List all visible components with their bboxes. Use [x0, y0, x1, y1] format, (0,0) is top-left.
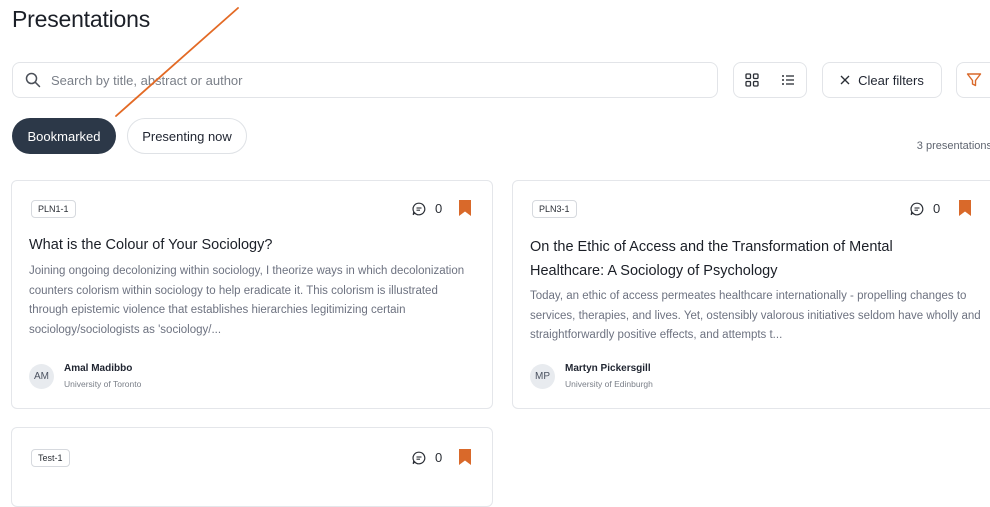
view-toggle [733, 62, 807, 98]
comment-count-value: 0 [435, 450, 443, 465]
presentation-code-badge: PLN3-1 [532, 200, 577, 218]
presentation-code-badge: PLN1-1 [31, 200, 76, 218]
list-icon [782, 75, 794, 85]
presentation-abstract: Today, an ethic of access permeates heal… [530, 290, 981, 342]
author-name: Amal Madibbo [64, 363, 133, 374]
results-count: 3 presentations [916, 140, 990, 152]
avatar: MP [530, 364, 555, 389]
grid-view-button[interactable] [739, 67, 765, 93]
search-bar[interactable] [12, 62, 718, 98]
bookmark-icon[interactable] [959, 200, 971, 216]
bookmark-icon[interactable] [459, 200, 471, 216]
list-view-button[interactable] [775, 67, 801, 93]
comment-icon [412, 202, 426, 215]
presentation-title[interactable]: What is the Colour of Your Sociology? [29, 233, 479, 257]
comment-count-value: 0 [933, 201, 941, 216]
search-icon [25, 72, 41, 88]
presentation-title[interactable]: On the Ethic of Access and the Transform… [530, 235, 950, 283]
presentation-card[interactable]: PLN1-1 0 What is the Colour of Your Soci… [11, 180, 493, 409]
comment-count-value: 0 [435, 201, 443, 216]
grid-icon [745, 73, 759, 87]
author-name: Martyn Pickersgill [565, 363, 651, 374]
presenting-now-filter-pill[interactable]: Presenting now [127, 118, 247, 154]
clear-filters-button[interactable]: Clear filters [822, 62, 942, 98]
bookmark-icon[interactable] [459, 449, 471, 465]
comment-icon [412, 451, 426, 464]
page-title: Presentations [12, 6, 151, 32]
comment-count[interactable]: 0 [412, 450, 442, 465]
filter-button[interactable] [956, 62, 990, 98]
presentation-card[interactable]: Test-1 0 [11, 427, 493, 507]
bookmarked-filter-pill[interactable]: Bookmarked [12, 118, 116, 154]
comment-count[interactable]: 0 [412, 201, 442, 216]
presentation-code-badge: Test-1 [31, 449, 70, 467]
comment-count[interactable]: 0 [910, 201, 940, 216]
filter-icon [966, 73, 982, 87]
avatar: AM [29, 364, 54, 389]
comment-icon [910, 202, 924, 215]
author-institution: University of Edinburgh [565, 379, 653, 389]
close-icon [840, 75, 850, 85]
presentation-abstract: Joining ongoing decolonizing within soci… [29, 265, 465, 336]
author-institution: University of Toronto [64, 379, 142, 389]
clear-filters-label: Clear filters [858, 72, 924, 88]
presentation-card[interactable]: PLN3-1 0 On the Ethic of Access and the … [512, 180, 990, 409]
search-input[interactable] [49, 71, 693, 89]
